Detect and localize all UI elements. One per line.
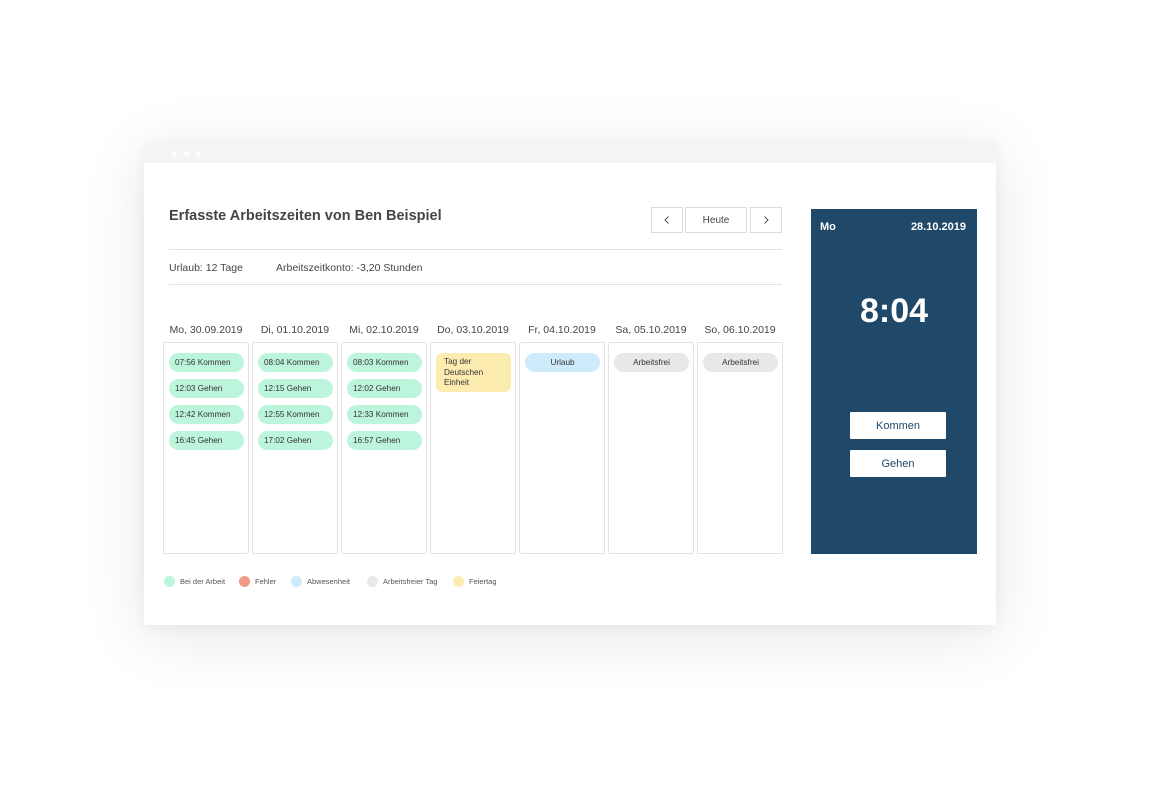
time-entry[interactable]: 07:56 Kommen bbox=[169, 353, 244, 372]
time-entry[interactable]: 08:04 Kommen bbox=[258, 353, 333, 372]
next-week-button[interactable] bbox=[750, 207, 782, 233]
legend-label: Fehler bbox=[255, 577, 277, 586]
time-entry[interactable]: 12:02 Gehen bbox=[347, 379, 422, 398]
legend-dot-icon bbox=[164, 576, 175, 587]
chevron-right-icon bbox=[764, 216, 769, 224]
time-entry[interactable]: 12:42 Kommen bbox=[169, 405, 244, 424]
divider bbox=[169, 284, 782, 285]
day-column[interactable]: Tag der Deutschen Einheit bbox=[430, 342, 516, 554]
time-entry[interactable]: 12:03 Gehen bbox=[169, 379, 244, 398]
legend-label: Bei der Arbeit bbox=[180, 577, 226, 586]
time-entry[interactable]: 16:57 Gehen bbox=[347, 431, 422, 450]
window-titlebar bbox=[144, 143, 996, 163]
day-header: Mi, 02.10.2019 bbox=[349, 324, 419, 336]
legend-dot-icon bbox=[453, 576, 464, 587]
time-entry[interactable]: 12:15 Gehen bbox=[258, 379, 333, 398]
clock-time: 8:04 bbox=[859, 292, 929, 330]
window-dot-icon bbox=[196, 151, 201, 156]
legend-label: Arbeitsfreier Tag bbox=[383, 577, 438, 586]
legend-item: Arbeitsfreier Tag bbox=[367, 576, 437, 587]
time-entry[interactable]: 16:45 Gehen bbox=[169, 431, 244, 450]
holiday-entry[interactable]: Tag der Deutschen Einheit bbox=[436, 353, 511, 392]
day-column[interactable]: 08:03 Kommen 12:02 Gehen 12:33 Kommen 16:57… bbox=[341, 342, 427, 554]
clock-date: 28.10.2019 bbox=[910, 221, 966, 233]
clock-out-button[interactable]: Gehen bbox=[850, 450, 946, 477]
prev-week-button[interactable] bbox=[651, 207, 683, 233]
today-button[interactable]: Heute bbox=[685, 207, 747, 233]
day-column[interactable]: 07:56 Kommen 12:03 Gehen 12:42 Kommen 16:45… bbox=[163, 342, 249, 554]
legend-dot-icon bbox=[367, 576, 378, 587]
vacation-summary: Urlaub: 12 Tage bbox=[169, 262, 243, 274]
legend-item: Abwesenheit bbox=[291, 576, 350, 587]
day-off-entry[interactable]: Arbeitsfrei bbox=[703, 353, 778, 372]
time-entry[interactable]: 12:55 Kommen bbox=[258, 405, 333, 424]
legend-label: Abwesenheit bbox=[307, 577, 350, 586]
day-column[interactable]: 08:04 Kommen 12:15 Gehen 12:55 Kommen 17:02… bbox=[252, 342, 338, 554]
legend-item: Feiertag bbox=[453, 576, 497, 587]
time-account-summary: Arbeitszeitkonto: -3,20 Stunden bbox=[276, 262, 423, 274]
day-header: Do, 03.10.2019 bbox=[437, 324, 509, 336]
absence-entry[interactable]: Urlaub bbox=[525, 353, 600, 372]
day-column[interactable]: Urlaub bbox=[519, 342, 605, 554]
legend-item: Fehler bbox=[239, 576, 276, 587]
legend-dot-icon bbox=[291, 576, 302, 587]
clock-in-button[interactable]: Kommen bbox=[850, 412, 946, 439]
legend-label: Feiertag bbox=[469, 577, 497, 586]
day-header: Mo, 30.09.2019 bbox=[169, 324, 243, 336]
page-title: Erfasste Arbeitszeiten von Ben Beispiel bbox=[169, 208, 442, 224]
time-entry[interactable]: 08:03 Kommen bbox=[347, 353, 422, 372]
day-header: Fr, 04.10.2019 bbox=[528, 324, 596, 336]
day-off-entry[interactable]: Arbeitsfrei bbox=[614, 353, 689, 372]
time-entry[interactable]: 17:02 Gehen bbox=[258, 431, 333, 450]
divider bbox=[169, 249, 782, 250]
day-column[interactable]: Arbeitsfrei bbox=[697, 342, 783, 554]
day-header: Di, 01.10.2019 bbox=[260, 324, 330, 336]
chevron-left-icon bbox=[664, 216, 669, 224]
clock-panel: Mo 28.10.2019 8:04 Kommen Gehen bbox=[811, 209, 977, 554]
window-dot-icon bbox=[184, 151, 189, 156]
time-entry[interactable]: 12:33 Kommen bbox=[347, 405, 422, 424]
legend-dot-icon bbox=[239, 576, 250, 587]
window-dot-icon bbox=[172, 151, 177, 156]
app-window: Erfasste Arbeitszeiten von Ben Beispiel … bbox=[144, 143, 996, 625]
day-header: So, 06.10.2019 bbox=[704, 324, 776, 336]
day-column[interactable]: Arbeitsfrei bbox=[608, 342, 694, 554]
clock-weekday: Mo bbox=[820, 221, 836, 233]
day-header: Sa, 05.10.2019 bbox=[615, 324, 687, 336]
legend-item: Bei der Arbeit bbox=[164, 576, 225, 587]
